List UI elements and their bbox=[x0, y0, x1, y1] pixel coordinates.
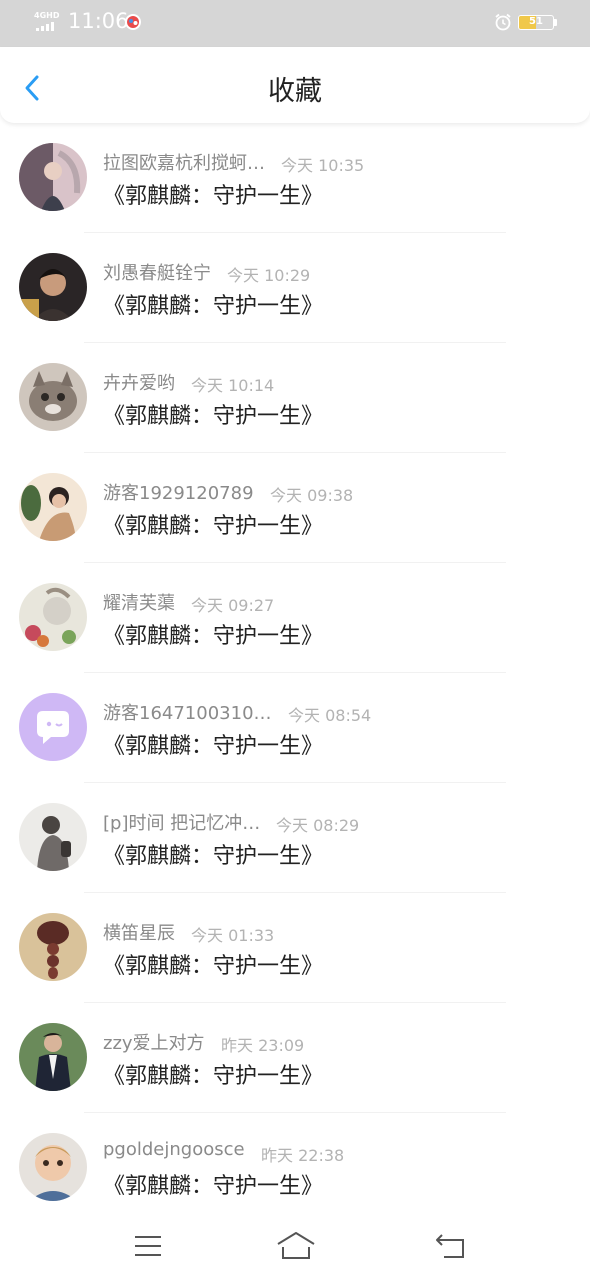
avatar[interactable] bbox=[19, 253, 87, 321]
timestamp: 今天 10:35 bbox=[281, 156, 365, 175]
battery-indicator: 51 bbox=[518, 15, 554, 30]
signal-icon bbox=[36, 22, 54, 31]
favorite-title: 《郭麒麟：守护一生》 bbox=[103, 954, 324, 979]
list-item[interactable]: 刘愚春艇铨宁 今天 10:29 《郭麒麟：守护一生》 bbox=[0, 233, 590, 343]
home-icon[interactable] bbox=[275, 1230, 317, 1262]
avatar[interactable] bbox=[19, 143, 87, 211]
timestamp: 昨天 23:09 bbox=[221, 1036, 305, 1055]
list-item[interactable]: zzy爱上对方 昨天 23:09 《郭麒麟：守护一生》 bbox=[0, 1003, 590, 1113]
timestamp: 昨天 22:38 bbox=[261, 1146, 345, 1165]
network-type: 4GHD bbox=[34, 11, 60, 20]
battery-level: 51 bbox=[529, 16, 543, 27]
user-name: pgoldejngoosce bbox=[103, 1139, 245, 1160]
favorite-title: 《郭麒麟：守护一生》 bbox=[103, 404, 324, 429]
list-item[interactable]: 卉卉爱哟 今天 10:14 《郭麒麟：守护一生》 bbox=[0, 343, 590, 453]
favorite-title: 《郭麒麟：守护一生》 bbox=[103, 514, 324, 539]
favorites-list: 拉图欧嘉杭利搅蚵… 今天 10:35 《郭麒麟：守护一生》 刘愚春艇铨宁 今天 10:2… bbox=[0, 123, 590, 1223]
avatar[interactable] bbox=[19, 473, 87, 541]
list-item[interactable]: 横笛星辰 今天 01:33 《郭麒麟：守护一生》 bbox=[0, 893, 590, 1003]
user-name: 耀清芙蕖 bbox=[103, 593, 175, 614]
avatar[interactable] bbox=[19, 583, 87, 651]
favorite-title: 《郭麒麟：守护一生》 bbox=[103, 624, 324, 649]
list-item[interactable]: pgoldejngoosce 昨天 22:38 《郭麒麟：守护一生》 bbox=[0, 1113, 590, 1223]
status-bar: 4GHD 11:06 51 bbox=[0, 0, 590, 47]
timestamp: 今天 08:29 bbox=[276, 816, 360, 835]
avatar[interactable] bbox=[19, 1133, 87, 1201]
avatar[interactable] bbox=[19, 1023, 87, 1091]
nav-bar: 收藏 bbox=[0, 47, 590, 123]
favorite-title: 《郭麒麟：守护一生》 bbox=[103, 294, 324, 319]
timestamp: 今天 01:33 bbox=[191, 926, 275, 945]
favorite-title: 《郭麒麟：守护一生》 bbox=[103, 1174, 324, 1199]
avatar[interactable] bbox=[19, 693, 87, 761]
avatar[interactable] bbox=[19, 913, 87, 981]
favorite-title: 《郭麒麟：守护一生》 bbox=[103, 844, 324, 869]
timestamp: 今天 08:54 bbox=[288, 706, 372, 725]
system-nav-bar bbox=[0, 1216, 590, 1280]
list-item[interactable]: 耀清芙蕖 今天 09:27 《郭麒麟：守护一生》 bbox=[0, 563, 590, 673]
battery-tip bbox=[554, 19, 557, 26]
list-item[interactable]: 拉图欧嘉杭利搅蚵… 今天 10:35 《郭麒麟：守护一生》 bbox=[0, 123, 590, 233]
timestamp: 今天 10:14 bbox=[191, 376, 275, 395]
clock: 11:06 bbox=[68, 9, 129, 33]
user-name: [p]时间 把记忆冲… bbox=[103, 813, 261, 834]
user-name: 拉图欧嘉杭利搅蚵… bbox=[103, 153, 265, 174]
avatar[interactable] bbox=[19, 363, 87, 431]
list-item[interactable]: 游客1647100310… 今天 08:54 《郭麒麟：守护一生》 bbox=[0, 673, 590, 783]
avatar[interactable] bbox=[19, 803, 87, 871]
timestamp: 今天 10:29 bbox=[227, 266, 311, 285]
app-notification-icon bbox=[125, 14, 141, 30]
back-arrow-icon[interactable] bbox=[434, 1231, 466, 1261]
timestamp: 今天 09:38 bbox=[270, 486, 354, 505]
favorite-title: 《郭麒麟：守护一生》 bbox=[103, 184, 324, 209]
favorite-title: 《郭麒麟：守护一生》 bbox=[103, 734, 324, 759]
page-title: 收藏 bbox=[268, 76, 322, 107]
alarm-icon bbox=[495, 13, 511, 31]
user-name: zzy爱上对方 bbox=[103, 1033, 205, 1054]
user-name: 刘愚春艇铨宁 bbox=[103, 263, 211, 284]
list-item[interactable]: 游客1929120789 今天 09:38 《郭麒麟：守护一生》 bbox=[0, 453, 590, 563]
favorite-title: 《郭麒麟：守护一生》 bbox=[103, 1064, 324, 1089]
list-item[interactable]: [p]时间 把记忆冲… 今天 08:29 《郭麒麟：守护一生》 bbox=[0, 783, 590, 893]
user-name: 卉卉爱哟 bbox=[103, 373, 175, 394]
menu-icon[interactable] bbox=[133, 1233, 163, 1259]
user-name: 游客1647100310… bbox=[103, 703, 272, 724]
timestamp: 今天 09:27 bbox=[191, 596, 275, 615]
user-name: 横笛星辰 bbox=[103, 923, 175, 944]
user-name: 游客1929120789 bbox=[103, 483, 254, 504]
